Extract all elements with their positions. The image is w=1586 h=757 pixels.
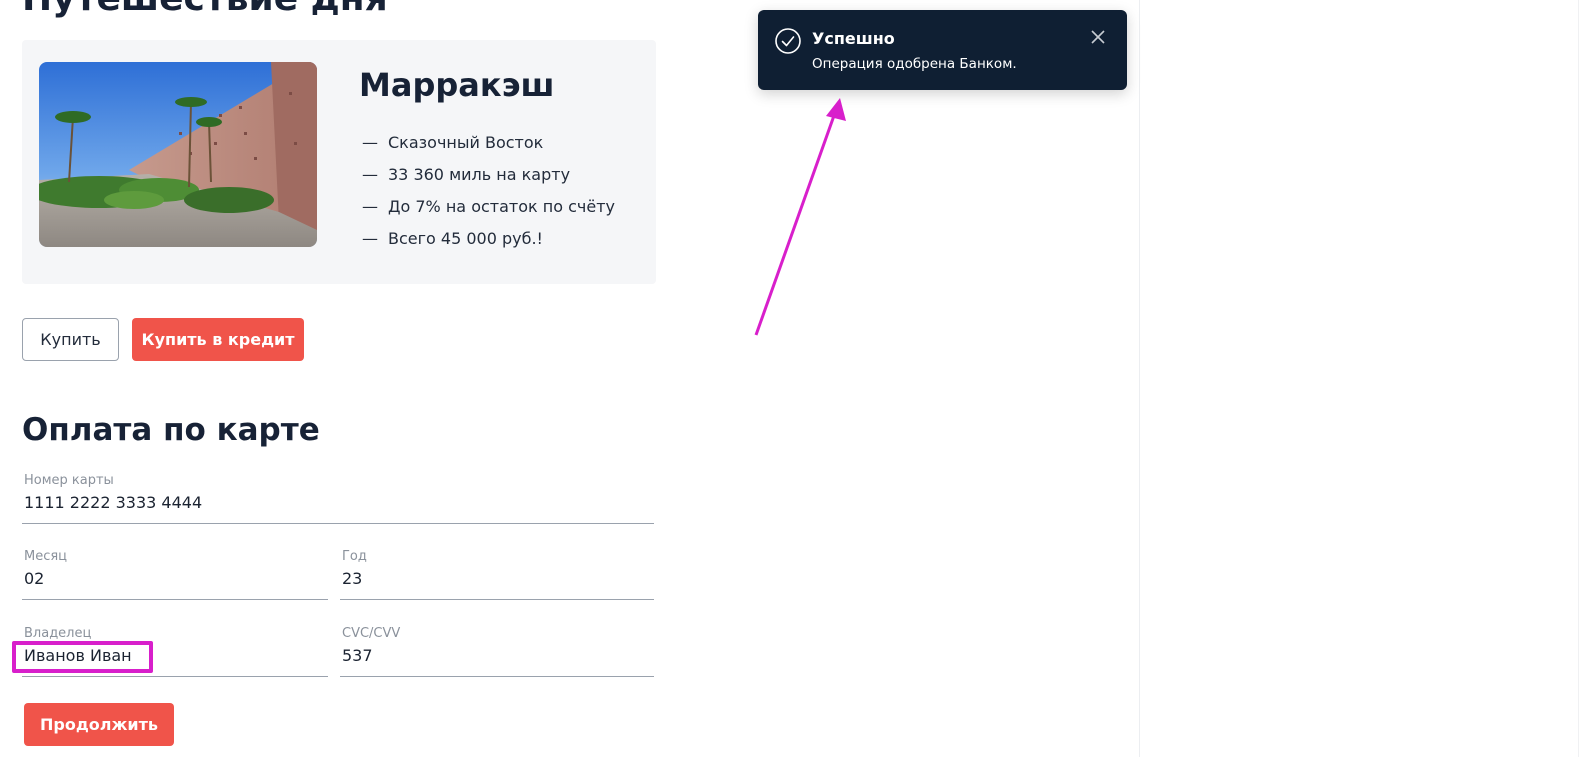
- feature-text: Сказочный Восток: [388, 132, 544, 152]
- feature-text: 33 360 миль на карту: [388, 164, 571, 184]
- feature-item: — Всего 45 000 руб.!: [362, 222, 615, 254]
- card-number-input[interactable]: 1111 2222 3333 4444: [24, 493, 202, 512]
- dash: —: [362, 164, 378, 184]
- close-icon[interactable]: [1090, 29, 1106, 45]
- notification-message: Операция одобрена Банком.: [812, 56, 1017, 72]
- offer-title: Марракэш: [359, 66, 555, 104]
- notification-title: Успешно: [812, 29, 895, 48]
- feature-text: Всего 45 000 руб.!: [388, 228, 543, 248]
- cvc-field[interactable]: CVC/CVV 537: [340, 626, 654, 677]
- content-divider: [1139, 0, 1140, 757]
- buy-on-credit-button[interactable]: Купить в кредит: [132, 318, 304, 361]
- offer-image: [39, 62, 317, 247]
- owner-label: Владелец: [24, 626, 92, 641]
- feature-item: — Сказочный Восток: [362, 126, 615, 158]
- feature-text: До 7% на остаток по счёту: [388, 196, 615, 216]
- feature-item: — До 7% на остаток по счёту: [362, 190, 615, 222]
- payment-section-title: Оплата по карте: [22, 412, 320, 448]
- year-field[interactable]: Год 23: [340, 549, 654, 600]
- dash: —: [362, 228, 378, 248]
- scrollbar[interactable]: [1578, 0, 1586, 757]
- offer-features: — Сказочный Восток —33 360 миль на карту …: [362, 126, 615, 254]
- month-input[interactable]: 02: [24, 569, 44, 588]
- year-label: Год: [342, 549, 367, 564]
- buy-button[interactable]: Купить: [22, 318, 119, 361]
- offer-card: Марракэш — Сказочный Восток — 33 360 миль …: [22, 40, 656, 284]
- feature-item: — 33 360 миль на карту: [362, 158, 615, 190]
- card-number-field[interactable]: Номер карты 1111 2222 3333 4444: [22, 473, 654, 524]
- dash: —: [362, 132, 378, 152]
- dash: —: [362, 196, 378, 216]
- card-number-label: Номер карты: [24, 473, 114, 488]
- page-title: Путешествие дня: [22, 0, 388, 19]
- cvc-label: CVC/CVV: [342, 626, 401, 641]
- month-label: Месяц: [24, 549, 68, 564]
- annotation-highlight-box: [12, 641, 153, 673]
- success-notification: Успешно Операция одобрена Банком.: [758, 10, 1127, 90]
- month-field[interactable]: Месяц 02: [22, 549, 328, 600]
- continue-button[interactable]: Продолжить: [24, 703, 174, 746]
- check-circle-icon: [774, 27, 802, 55]
- cvc-input[interactable]: 537: [342, 646, 373, 665]
- year-input[interactable]: 23: [342, 569, 362, 588]
